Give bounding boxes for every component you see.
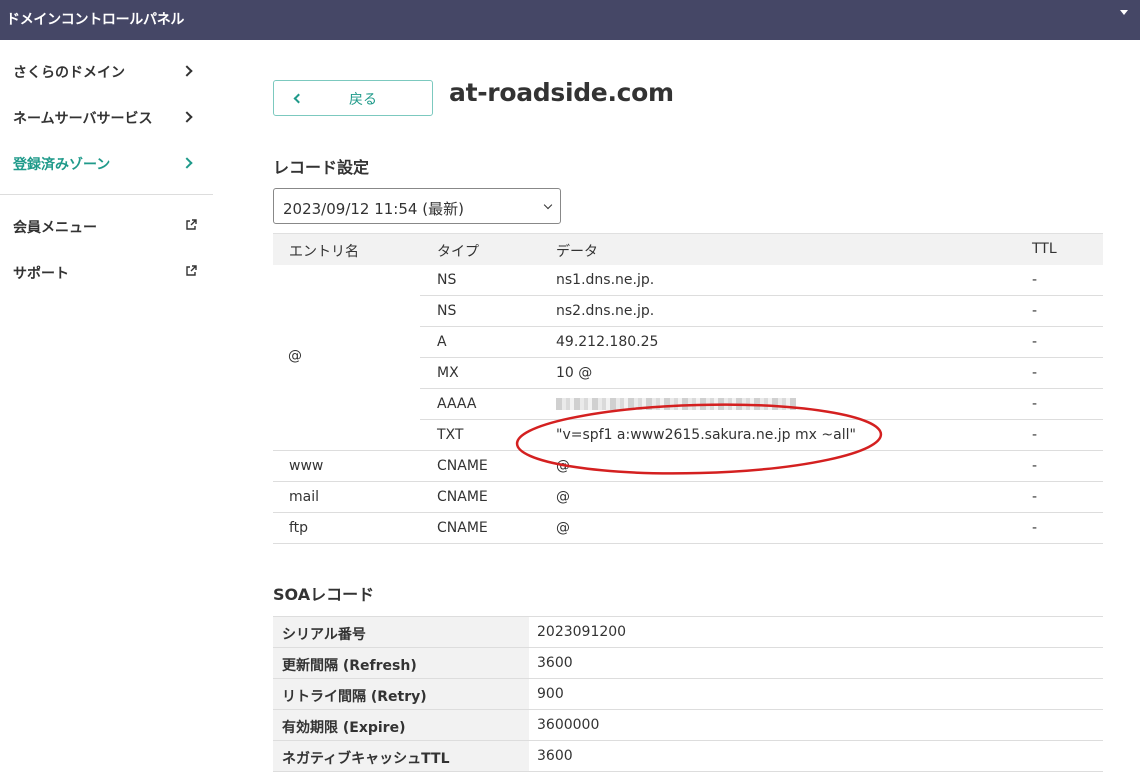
column-header-data: データ xyxy=(556,244,598,260)
record-data: 49.212.180.25 xyxy=(556,334,659,350)
chevron-left-icon xyxy=(293,93,304,104)
entry-name: ftp xyxy=(289,520,309,536)
column-header-type: タイプ xyxy=(437,244,479,260)
record-ttl: - xyxy=(1032,303,1038,319)
sidebar-item-label: 会員メニュー xyxy=(13,220,97,236)
soa-value: 3600 xyxy=(537,748,573,764)
entry-name: mail xyxy=(289,489,319,505)
record-section-title: レコード設定 xyxy=(273,158,370,177)
soa-label: 有効期限 (Expire) xyxy=(282,720,406,736)
table-row: NS ns2.dns.ne.jp. - xyxy=(420,296,1103,327)
record-type: A xyxy=(437,334,447,350)
back-button-label: 戻る xyxy=(349,92,377,108)
record-type: NS xyxy=(437,303,457,319)
page-title: at-roadside.com xyxy=(449,78,674,107)
soa-label-cell: 更新間隔 (Refresh) xyxy=(273,648,529,678)
record-ttl: - xyxy=(1032,365,1038,381)
sidebar-item-label: ネームサーバサービス xyxy=(13,111,153,127)
soa-row: リトライ間隔 (Retry) 900 xyxy=(273,679,1103,710)
sidebar-item-label: 登録済みゾーン xyxy=(13,157,111,173)
record-table-header: エントリ名 タイプ データ TTL xyxy=(273,233,1103,265)
table-row: ftp CNAME @ - xyxy=(273,513,1103,544)
soa-row: 有効期限 (Expire) 3600000 xyxy=(273,710,1103,741)
soa-value: 3600000 xyxy=(537,717,600,733)
soa-label-cell: リトライ間隔 (Retry) xyxy=(273,679,529,709)
sidebar-item-member-menu[interactable]: 会員メニュー xyxy=(0,203,213,249)
sidebar-item-label: さくらのドメイン xyxy=(13,65,125,81)
table-row: A 49.212.180.25 - xyxy=(420,327,1103,358)
record-ttl: - xyxy=(1032,334,1038,350)
sidebar-item-support[interactable]: サポート xyxy=(0,249,213,295)
soa-label: 更新間隔 (Refresh) xyxy=(282,658,417,674)
record-ttl: - xyxy=(1032,396,1038,412)
record-data: @ xyxy=(556,489,570,505)
version-select-value: 2023/09/12 11:54 (最新) xyxy=(283,200,464,218)
soa-row: ネガティブキャッシュTTL 3600 xyxy=(273,741,1103,772)
soa-label: ネガティブキャッシュTTL xyxy=(282,751,450,767)
external-link-icon xyxy=(186,265,197,276)
sidebar-item-label: サポート xyxy=(13,266,69,282)
table-row: mail CNAME @ - xyxy=(273,482,1103,513)
record-data: 10 @ xyxy=(556,365,593,381)
record-type: CNAME xyxy=(437,489,488,505)
entry-name-root: @ xyxy=(288,348,302,364)
soa-label-cell: 有効期限 (Expire) xyxy=(273,710,529,740)
record-ttl: - xyxy=(1032,489,1038,505)
sidebar: さくらのドメイン ネームサーバサービス 登録済みゾーン 会員メニュー サポート xyxy=(0,40,213,782)
external-link-icon xyxy=(186,219,197,230)
caret-down-icon[interactable] xyxy=(1120,10,1128,15)
highlight-ellipse-annotation xyxy=(515,403,883,475)
chevron-right-icon xyxy=(181,65,193,77)
soa-value: 900 xyxy=(537,686,564,702)
record-ttl: - xyxy=(1032,427,1038,443)
entry-name: www xyxy=(289,458,324,474)
app-title: ドメインコントロールパネル xyxy=(6,12,185,28)
sidebar-item-registered-zones[interactable]: 登録済みゾーン xyxy=(0,140,213,186)
soa-row: 更新間隔 (Refresh) 3600 xyxy=(273,648,1103,679)
table-row: NS ns1.dns.ne.jp. - xyxy=(420,265,1103,296)
sidebar-divider xyxy=(0,194,213,195)
soa-label-cell: ネガティブキャッシュTTL xyxy=(273,741,529,771)
chevron-down-icon xyxy=(543,200,553,210)
record-data: ns2.dns.ne.jp. xyxy=(556,303,655,319)
sidebar-item-nameserver-service[interactable]: ネームサーバサービス xyxy=(0,94,213,140)
record-data: ns1.dns.ne.jp. xyxy=(556,272,655,288)
record-type: CNAME xyxy=(437,458,488,474)
table-row: MX 10 @ - xyxy=(420,358,1103,389)
soa-section-title: SOAレコード xyxy=(273,585,375,604)
soa-row: シリアル番号 2023091200 xyxy=(273,617,1103,648)
record-ttl: - xyxy=(1032,272,1038,288)
record-type: CNAME xyxy=(437,520,488,536)
record-ttl: - xyxy=(1032,520,1038,536)
column-header-ttl: TTL xyxy=(1032,241,1057,257)
back-button[interactable]: 戻る xyxy=(273,80,433,116)
soa-value: 3600 xyxy=(537,655,573,671)
top-bar: ドメインコントロールパネル xyxy=(0,0,1140,40)
record-type: AAAA xyxy=(437,396,477,412)
record-data: @ xyxy=(556,520,570,536)
record-type: MX xyxy=(437,365,459,381)
soa-label: リトライ間隔 (Retry) xyxy=(282,689,427,705)
chevron-right-icon xyxy=(181,157,193,169)
record-type: TXT xyxy=(437,427,464,443)
sidebar-item-sakura-domain[interactable]: さくらのドメイン xyxy=(0,48,213,94)
soa-value: 2023091200 xyxy=(537,624,627,640)
record-type: NS xyxy=(437,272,457,288)
version-select[interactable]: 2023/09/12 11:54 (最新) xyxy=(273,188,561,224)
soa-label: シリアル番号 xyxy=(282,627,366,643)
soa-label-cell: シリアル番号 xyxy=(273,617,529,647)
record-ttl: - xyxy=(1032,458,1038,474)
column-header-entry: エントリ名 xyxy=(289,244,359,260)
chevron-right-icon xyxy=(181,111,193,123)
